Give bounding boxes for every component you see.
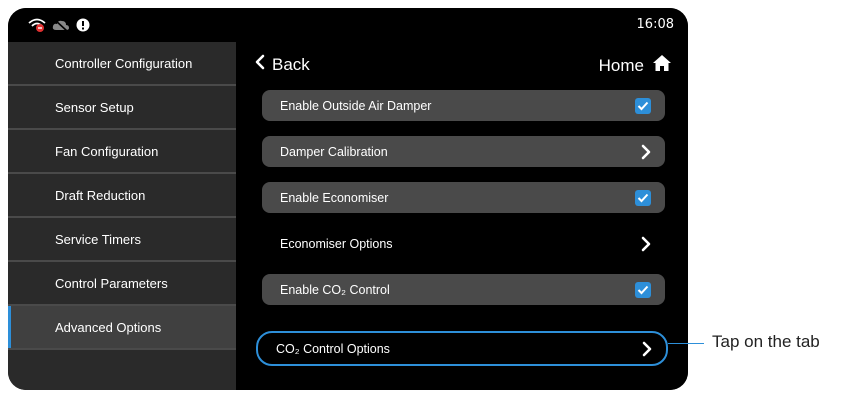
checkbox-checked-icon[interactable] [635, 97, 651, 114]
option-damper-calibration[interactable]: Damper Calibration [262, 136, 665, 167]
option-enable-economiser[interactable]: Enable Economiser [262, 182, 665, 213]
sidebar-item-label: Service Timers [55, 231, 141, 247]
back-button[interactable]: Back [254, 54, 310, 75]
back-label: Back [272, 54, 310, 74]
option-label: Enable Outside Air Damper [280, 98, 432, 113]
sidebar: Controller Configuration Sensor Setup Fa… [8, 42, 236, 390]
wifi-error-icon [28, 17, 46, 36]
home-label: Home [598, 55, 644, 75]
sidebar-item-draft-reduction[interactable]: Draft Reduction [8, 174, 236, 218]
chevron-right-icon [641, 236, 651, 252]
option-enable-co2-control[interactable]: Enable CO₂ Control [262, 274, 665, 305]
option-enable-outside-air-damper[interactable]: Enable Outside Air Damper [262, 90, 665, 121]
main-content: Back Home Enable Outside Air Damper Damp… [236, 42, 688, 390]
option-economiser-options[interactable]: Economiser Options [262, 228, 665, 259]
option-label: Enable CO₂ Control [280, 282, 390, 297]
cloud-off-icon [52, 17, 70, 36]
checkbox-checked-icon[interactable] [635, 281, 651, 298]
sidebar-item-label: Advanced Options [55, 319, 162, 335]
option-label: Damper Calibration [280, 144, 388, 159]
active-indicator [8, 306, 11, 348]
callout-text: Tap on the tab [712, 332, 820, 351]
sidebar-item-fan-configuration[interactable]: Fan Configuration [8, 130, 236, 174]
callout-line [668, 343, 704, 344]
alert-icon [76, 17, 90, 36]
option-co2-control-options[interactable]: CO₂ Control Options [256, 331, 668, 366]
status-icons [28, 17, 90, 36]
sidebar-item-service-timers[interactable]: Service Timers [8, 218, 236, 262]
home-icon [652, 54, 672, 77]
home-button[interactable]: Home [599, 54, 672, 77]
sidebar-item-label: Sensor Setup [55, 99, 134, 115]
sidebar-item-controller-configuration[interactable]: Controller Configuration [8, 42, 236, 86]
sidebar-item-label: Fan Configuration [55, 143, 159, 159]
top-navigation: Back Home [236, 42, 688, 88]
chevron-right-icon [641, 144, 651, 160]
option-label: Economiser Options [280, 236, 393, 251]
sidebar-item-label: Draft Reduction [55, 187, 146, 203]
chevron-left-icon [254, 54, 266, 75]
checkbox-checked-icon[interactable] [635, 189, 651, 206]
option-label: CO₂ Control Options [276, 341, 390, 356]
option-label: Enable Economiser [280, 190, 389, 205]
device-screen: 16:08 Controller Configuration Sensor Se… [8, 8, 688, 390]
sidebar-item-label: Controller Configuration [55, 55, 193, 71]
sidebar-item-sensor-setup[interactable]: Sensor Setup [8, 86, 236, 130]
status-time: 16:08 [636, 17, 674, 32]
chevron-right-icon [642, 341, 652, 357]
status-bar: 16:08 [8, 8, 688, 42]
sidebar-item-label: Control Parameters [55, 275, 168, 291]
sidebar-item-advanced-options[interactable]: Advanced Options [8, 306, 236, 350]
sidebar-item-control-parameters[interactable]: Control Parameters [8, 262, 236, 306]
